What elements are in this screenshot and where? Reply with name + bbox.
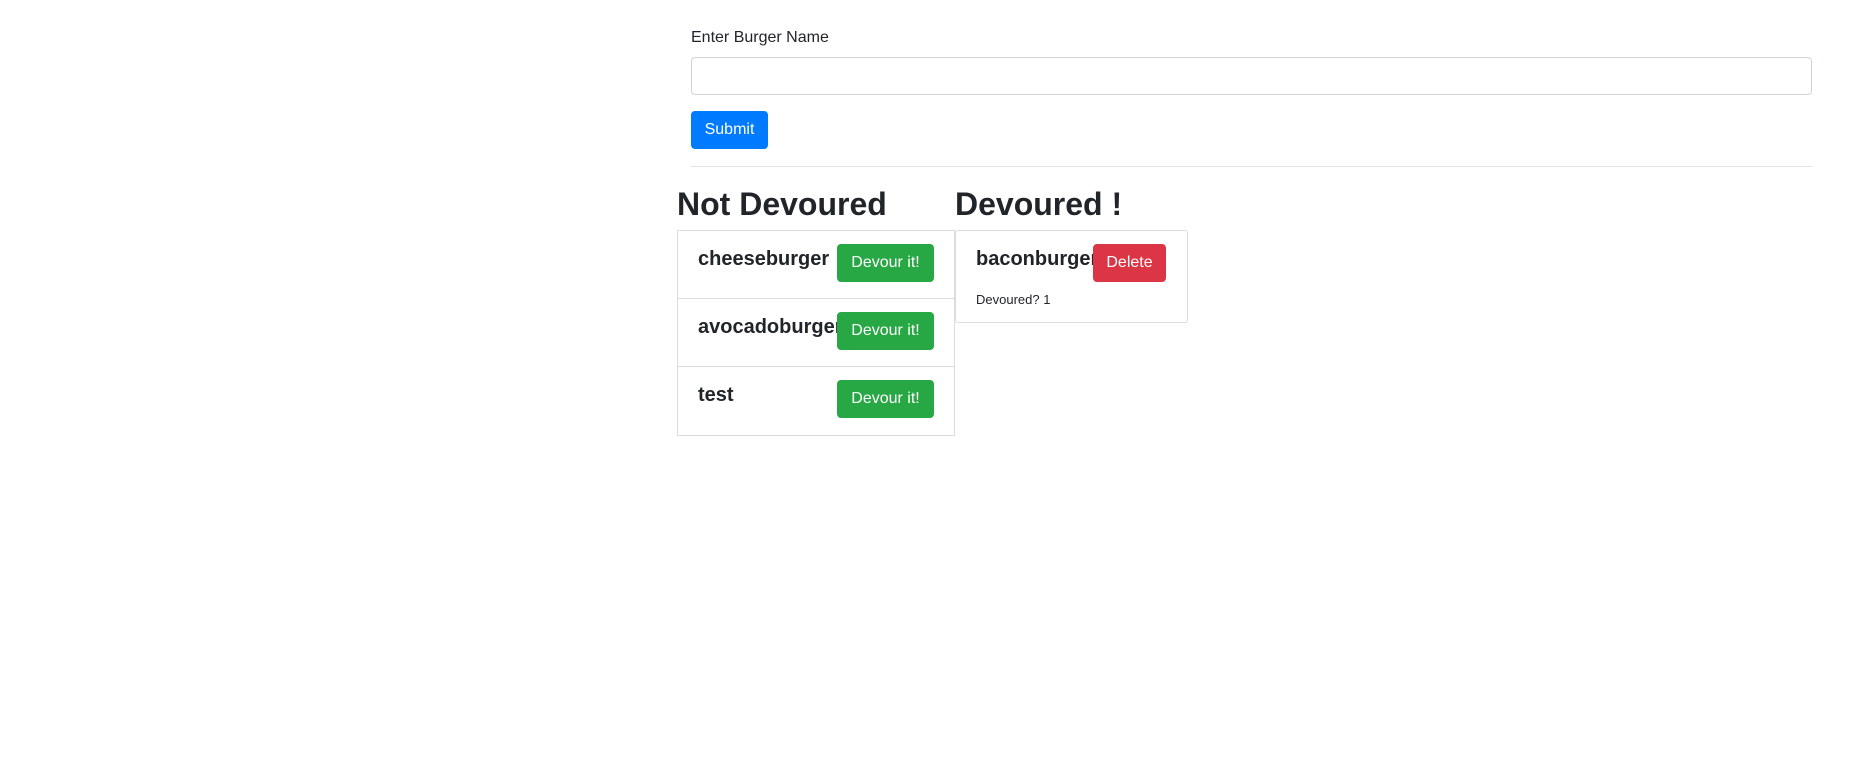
burger-form: Enter Burger Name Submit: [691, 28, 1812, 149]
list-item: baconburger Delete Devoured? 1: [956, 231, 1187, 322]
devour-button[interactable]: Devour it!: [837, 312, 934, 350]
devoured-title: Devoured !: [955, 186, 1123, 222]
submit-button[interactable]: Submit: [691, 111, 768, 149]
devoured-status: Devoured? 1: [976, 292, 1051, 307]
divider: [691, 166, 1812, 167]
burger-name-label: Enter Burger Name: [691, 29, 829, 46]
list-item: cheeseburger Devour it!: [678, 231, 954, 299]
list-item: avocadoburger Devour it!: [678, 299, 954, 367]
devour-button[interactable]: Devour it!: [837, 244, 934, 282]
burger-name: test: [698, 384, 734, 406]
burger-name-input[interactable]: [691, 57, 1812, 95]
burger-name: avocadoburger: [698, 316, 843, 338]
page: Enter Burger Name Submit Not Devoured De…: [0, 0, 1867, 778]
list-item: test Devour it!: [678, 367, 954, 435]
burger-name: baconburger: [976, 248, 1099, 270]
delete-button[interactable]: Delete: [1093, 244, 1166, 282]
not-devoured-title: Not Devoured: [677, 186, 887, 222]
devour-button[interactable]: Devour it!: [837, 380, 934, 418]
burger-name: cheeseburger: [698, 248, 830, 270]
devoured-list: baconburger Delete Devoured? 1: [955, 230, 1188, 323]
not-devoured-list: cheeseburger Devour it! avocadoburger De…: [677, 230, 955, 436]
